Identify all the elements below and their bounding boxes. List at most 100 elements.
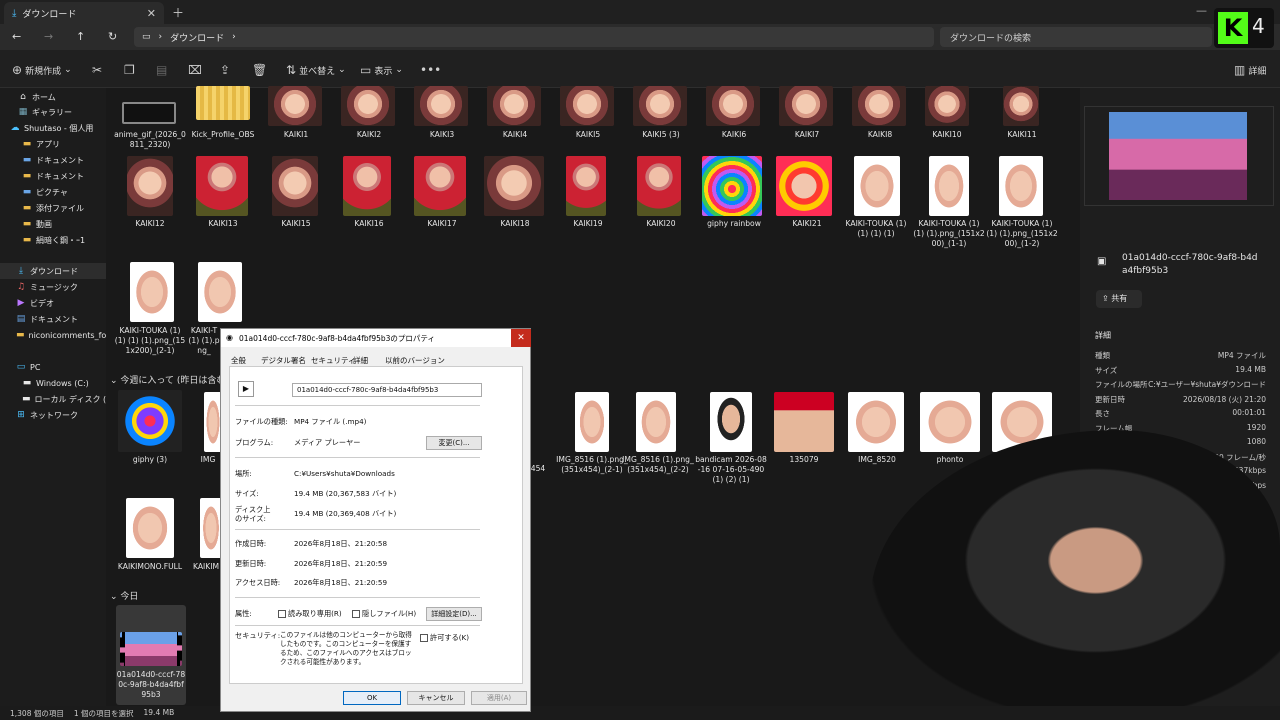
paste-button[interactable]: ▤ <box>156 63 167 77</box>
file-thumbnail[interactable] <box>920 392 980 452</box>
file-label[interactable]: KAIKI4 <box>479 130 551 140</box>
file-label[interactable]: anime_gif_(2026_0811_2320) <box>114 130 186 150</box>
file-label[interactable]: 454 <box>528 464 548 474</box>
copy-button[interactable]: ❐ <box>124 63 135 77</box>
file-label[interactable]: KAIKI10 <box>911 130 983 140</box>
file-label[interactable]: KAIKI6 <box>698 130 770 140</box>
breadcrumb-downloads[interactable]: ダウンロード <box>170 31 224 44</box>
video-thumbnail[interactable] <box>120 632 182 666</box>
sidebar-item-documents2[interactable]: ▬ ドキュメント <box>0 168 106 184</box>
file-label[interactable]: bandicam 2026-08-16 07-16-05-490 (1) (2)… <box>695 455 767 485</box>
minimize-button[interactable]: — <box>1196 4 1207 17</box>
file-label[interactable]: KAIKI7 <box>771 130 843 140</box>
file-thumbnail[interactable] <box>702 156 762 216</box>
file-label[interactable]: KAIKI5 <box>552 130 624 140</box>
file-thumbnail[interactable] <box>706 86 760 126</box>
forward-icon[interactable]: → <box>44 30 53 43</box>
tab-digital-signature[interactable]: デジタル署名 <box>261 355 306 366</box>
file-thumbnail[interactable] <box>776 156 832 216</box>
file-thumbnail[interactable] <box>200 498 222 558</box>
file-label[interactable]: KAIKI-TOUKA (1) (1) (1).png_(151x200)_(1… <box>986 219 1058 249</box>
file-thumbnail[interactable] <box>854 156 900 216</box>
file-label[interactable]: KAIKI2 <box>333 130 405 140</box>
file-label[interactable]: KAIKI-TOUKA (1) (1) (1).png_(151x200)_(1… <box>913 219 985 249</box>
file-label[interactable]: KAIKI-TOUKA (1) (1) (1) (1) <box>840 219 912 239</box>
file-label[interactable]: KAIKI8 <box>844 130 916 140</box>
file-thumbnail[interactable] <box>575 392 609 452</box>
sidebar-item-niconicomments[interactable]: ▬ niconicomments_for <box>0 327 106 343</box>
file-label[interactable]: 01a014d0-cccf-780c-9af8-b4da4fbf95b3 <box>116 670 186 700</box>
filename-field[interactable]: 01a014d0-cccf-780c-9af8-b4da4fbf95b3 <box>292 383 482 397</box>
file-label[interactable]: KAIKI21 <box>771 219 843 229</box>
more-button[interactable]: ••• <box>420 63 441 77</box>
file-label[interactable]: KAIKI13 <box>187 219 259 229</box>
file-thumbnail[interactable] <box>852 86 906 126</box>
file-label[interactable]: giphy rainbow <box>698 219 770 229</box>
allow-checkbox[interactable]: 許可する(K) <box>420 633 469 643</box>
sidebar-item-music[interactable]: ♫ ミュージック <box>0 279 106 295</box>
file-label[interactable]: KAIKI3 <box>406 130 478 140</box>
view-button[interactable]: ▭ 表示 ⌄ <box>360 63 403 77</box>
new-button[interactable]: ⊕ 新規作成 ⌄ <box>12 63 72 77</box>
file-thumbnail[interactable] <box>130 262 174 322</box>
file-label[interactable]: IMG_8516 (1).png_(351x454)_(2-2) <box>622 455 694 475</box>
sidebar-item-pictures[interactable]: ▬ ピクチャ <box>0 184 106 200</box>
sidebar-item-d-drive[interactable]: ▬ローカル ディスク (D:) <box>0 391 106 407</box>
change-button[interactable]: 変更(C)... <box>426 436 482 450</box>
hidden-checkbox[interactable]: 隠しファイル(H) <box>352 609 416 619</box>
file-thumbnail[interactable] <box>848 392 904 452</box>
search-input[interactable]: ダウンロードの検索 <box>940 27 1212 47</box>
file-thumbnail[interactable] <box>925 86 969 126</box>
sidebar-item-onedrive[interactable]: ☁ Shuutaso - 個人用 <box>0 120 106 136</box>
file-thumbnail[interactable] <box>272 156 318 216</box>
sidebar-item-c-drive[interactable]: ▬ Windows (C:) <box>0 375 106 391</box>
file-label[interactable]: KAIKI12 <box>114 219 186 229</box>
sidebar-item-network[interactable]: ⊞ ネットワーク <box>0 407 106 423</box>
file-label[interactable]: IMG_8516 (1).png_(351x454)_(2-1) <box>556 455 628 475</box>
file-thumbnail[interactable] <box>122 102 176 124</box>
close-button[interactable]: ✕ <box>511 329 531 347</box>
file-label[interactable]: KAIKI20 <box>625 219 697 229</box>
file-label[interactable]: KAIKI-T (1) (1).png_ <box>187 326 221 356</box>
sidebar-item-folder[interactable]: ▬ 絹暗く鋼・ｰ1 <box>0 232 106 248</box>
sidebar-item-pc[interactable]: ▭ PC <box>0 359 106 375</box>
file-label[interactable]: IMG_8520 <box>841 455 913 465</box>
file-thumbnail[interactable] <box>414 86 468 126</box>
sidebar-item-downloads[interactable]: ⤓ ダウンロード <box>0 263 106 279</box>
apply-button[interactable]: 適用(A) <box>471 691 527 705</box>
sidebar-item-home[interactable]: ⌂ ホーム <box>0 89 106 105</box>
file-thumbnail[interactable] <box>343 156 391 216</box>
refresh-icon[interactable]: ↻ <box>108 30 117 43</box>
file-thumbnail[interactable] <box>126 498 174 558</box>
group-header-this-week[interactable]: ⌄ 今週に入って (昨日は含むー <box>110 373 234 386</box>
file-label[interactable]: KAIKI11 <box>986 130 1058 140</box>
rename-button[interactable]: ⌧ <box>188 63 202 77</box>
file-label[interactable]: KAIKI5 (3) <box>625 130 697 140</box>
file-label[interactable]: giphy (3) <box>114 455 186 465</box>
file-label[interactable]: Kick_Profile_OBS <box>187 130 259 140</box>
file-thumbnail[interactable] <box>484 156 544 216</box>
file-thumbnail[interactable] <box>127 156 173 216</box>
file-thumbnail[interactable] <box>637 156 681 216</box>
file-thumbnail[interactable] <box>341 86 395 126</box>
file-thumbnail[interactable] <box>929 156 969 216</box>
delete-button[interactable]: 🗑 <box>252 63 267 77</box>
back-icon[interactable]: ← <box>12 30 21 43</box>
file-label[interactable]: KAIKI18 <box>479 219 551 229</box>
zip-folder-icon[interactable] <box>196 86 250 120</box>
checkbox[interactable] <box>420 634 428 642</box>
file-thumbnail[interactable] <box>633 86 687 126</box>
file-label[interactable]: KAIKIMONO.FULL <box>114 562 186 572</box>
file-label[interactable]: KAIKI1 <box>260 130 332 140</box>
sort-button[interactable]: ⇅ 並べ替え ⌄ <box>286 63 346 77</box>
file-thumbnail[interactable] <box>636 392 676 452</box>
cut-button[interactable]: ✂ <box>92 63 102 77</box>
ok-button[interactable]: OK <box>343 691 401 705</box>
file-thumbnail[interactable] <box>487 86 541 126</box>
up-icon[interactable]: ↑ <box>76 30 85 43</box>
file-thumbnail[interactable] <box>268 86 322 126</box>
tab-details[interactable]: 詳細 <box>353 355 368 366</box>
file-thumbnail[interactable] <box>414 156 466 216</box>
details-button[interactable]: ▥ 詳細 <box>1234 63 1266 77</box>
file-label[interactable]: KAIKI15 <box>260 219 332 229</box>
